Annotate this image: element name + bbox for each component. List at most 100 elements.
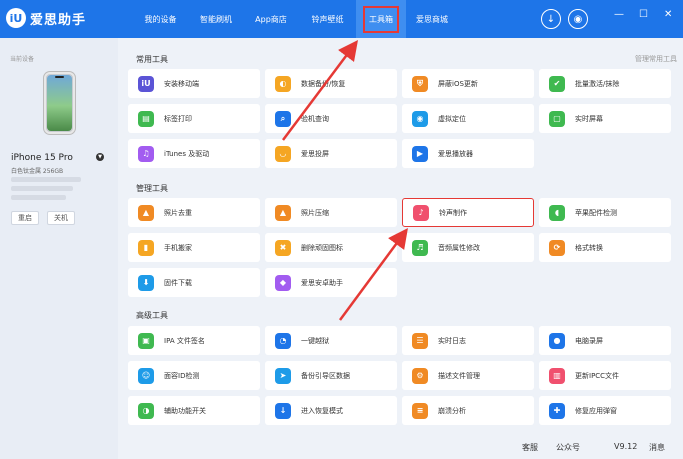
shutdown-button[interactable]: 关机 <box>47 211 75 225</box>
tool-android-helper[interactable]: ◆ 爱思安卓助手 <box>265 268 397 297</box>
tool-jailbreak[interactable]: ◔ 一键越狱 <box>265 326 397 355</box>
crash-icon: ≡ <box>412 402 428 419</box>
redacted-info <box>11 195 66 200</box>
boot-backup-icon: ➤ <box>275 367 291 384</box>
tool-record[interactable]: ● 电脑录屏 <box>539 326 671 355</box>
current-device-label: 当前设备 <box>10 56 35 63</box>
section-manage: 管理工具 <box>136 184 168 193</box>
tool-toggle[interactable]: ◑ 辅助功能开关 <box>128 396 260 425</box>
toolbox-panel: 常用工具 管理常用工具 iU 安装移动端 ◐ 数据备份/恢复 ⛨ 屏蔽iOS更新 ✔ 批量激活… <box>118 38 683 435</box>
jailbreak-icon: ◔ <box>275 332 291 349</box>
app-logo: iU 爱思助手 <box>6 8 86 28</box>
tool-phone-move[interactable]: ▮ 手机搬家 <box>128 233 260 262</box>
service-link[interactable]: 客服 <box>522 442 538 453</box>
tool-crash[interactable]: ≡ 崩溃分析 <box>402 396 534 425</box>
faceid-icon: ☺ <box>138 367 154 384</box>
tool-label: 苹果配件检测 <box>575 208 617 217</box>
tool-label: 进入恢复模式 <box>301 406 343 415</box>
tab-app-store[interactable]: App商店 <box>243 0 299 38</box>
logo-icon: iU <box>6 8 26 28</box>
backup-icon: ◐ <box>275 75 291 92</box>
android-helper-icon: ◆ <box>275 274 291 291</box>
tool-ipa[interactable]: ▣ IPA 文件签名 <box>128 326 260 355</box>
manage-common-tools-link[interactable]: 管理常用工具 <box>635 54 677 64</box>
ipa-icon: ▣ <box>138 332 154 349</box>
photo-compress-icon: ▲ <box>275 204 291 221</box>
tool-faceid[interactable]: ☺ 面容ID检测 <box>128 361 260 390</box>
cast-icon: ◡ <box>275 145 291 162</box>
tool-shield-update[interactable]: ⛨ 屏蔽iOS更新 <box>402 69 534 98</box>
tool-cast[interactable]: ◡ 爱思投屏 <box>265 139 397 168</box>
profile-icon: ⚙ <box>412 367 428 384</box>
device-image <box>44 72 75 134</box>
tool-location[interactable]: ◉ 虚拟定位 <box>402 104 534 133</box>
close-button[interactable]: ✕ <box>664 9 672 20</box>
tool-audio-edit[interactable]: ♬ 音频属性修改 <box>402 233 534 262</box>
tool-label: 照片压缩 <box>301 208 329 217</box>
tool-label: 安装移动端 <box>164 79 199 88</box>
tool-label: 屏蔽iOS更新 <box>438 79 478 88</box>
section-advanced: 高级工具 <box>136 311 168 320</box>
chevron-down-icon[interactable]: ▼ <box>96 153 104 161</box>
tool-log[interactable]: ☰ 实时日志 <box>402 326 534 355</box>
tool-backup[interactable]: ◐ 数据备份/恢复 <box>265 69 397 98</box>
tool-label: 崩溃分析 <box>438 406 466 415</box>
delete-icon: ✖ <box>275 239 291 256</box>
music-icon: ♫ <box>138 145 154 162</box>
audio-edit-icon: ♬ <box>412 239 428 256</box>
tab-ringtone-wallpaper[interactable]: 铃声壁纸 <box>299 0 356 38</box>
tab-smart-flash[interactable]: 智能刷机 <box>189 0 243 38</box>
device-capacity: 白色钛金属 256GB <box>11 168 64 175</box>
search-icon: ⌕ <box>275 110 291 127</box>
tool-delete[interactable]: ✖ 删除顽固图标 <box>265 233 397 262</box>
minimize-button[interactable]: — <box>614 9 624 20</box>
ipcc-icon: ▥ <box>549 367 565 384</box>
tool-label: 一键越狱 <box>301 336 329 345</box>
version-label: V9.12 <box>614 442 638 451</box>
tool-printer[interactable]: ▤ 标签打印 <box>128 104 260 133</box>
tool-label: 实时屏幕 <box>575 114 603 123</box>
status-bar: 客服 公众号 V9.12 消息 <box>118 435 683 459</box>
tool-label: 删除顽固图标 <box>301 243 343 252</box>
tool-label: 铃声制作 <box>439 208 467 217</box>
bell-icon: ♪ <box>413 204 429 221</box>
recovery-icon: ↓ <box>275 402 291 419</box>
maximize-button[interactable]: ☐ <box>639 9 648 20</box>
iu-icon: iU <box>138 75 154 92</box>
printer-icon: ▤ <box>138 110 154 127</box>
tab-store[interactable]: 爱思商城 <box>406 0 458 38</box>
tool-convert[interactable]: ⟳ 格式转换 <box>539 233 671 262</box>
tool-batch-check[interactable]: ✔ 批量激活/抹除 <box>539 69 671 98</box>
tool-search[interactable]: ⌕ 验机查询 <box>265 104 397 133</box>
user-icon[interactable]: ◉ <box>568 9 588 29</box>
tool-ipcc[interactable]: ▥ 更新IPCC文件 <box>539 361 671 390</box>
tool-label: 标签打印 <box>164 114 192 123</box>
tool-screen[interactable]: ▢ 实时屏幕 <box>539 104 671 133</box>
tool-photo[interactable]: ▲ 照片去重 <box>128 198 260 227</box>
tool-music[interactable]: ♫ iTunes 及驱动 <box>128 139 260 168</box>
tool-photo-compress[interactable]: ▲ 照片压缩 <box>265 198 397 227</box>
app-name: 爱思助手 <box>30 12 87 28</box>
download-icon[interactable]: ↓ <box>541 9 561 29</box>
restart-button[interactable]: 重启 <box>11 211 39 225</box>
title-bar: iU 爱思助手 我的设备 智能刷机 App商店 铃声壁纸 工具箱 爱思商城 ↓ … <box>0 0 683 38</box>
tool-airpods[interactable]: ◖ 苹果配件检测 <box>539 198 671 227</box>
wechat-link[interactable]: 公众号 <box>556 442 580 453</box>
tool-player[interactable]: ▶ 爱思播放器 <box>402 139 534 168</box>
tool-label: IPA 文件签名 <box>164 336 205 345</box>
tool-bell[interactable]: ♪ 铃声制作 <box>402 198 534 227</box>
tool-repair[interactable]: ✚ 修复应用弹窗 <box>539 396 671 425</box>
tool-profile[interactable]: ⚙ 描述文件管理 <box>402 361 534 390</box>
tool-iu[interactable]: iU 安装移动端 <box>128 69 260 98</box>
tool-firmware[interactable]: ⬇ 固件下载 <box>128 268 260 297</box>
tab-toolbox[interactable]: 工具箱 <box>356 0 406 38</box>
tool-label: 批量激活/抹除 <box>575 79 620 88</box>
redacted-info <box>11 177 81 182</box>
tool-label: 虚拟定位 <box>438 114 466 123</box>
repair-icon: ✚ <box>549 402 565 419</box>
airpods-icon: ◖ <box>549 204 565 221</box>
tool-recovery[interactable]: ↓ 进入恢复模式 <box>265 396 397 425</box>
messages-link[interactable]: 消息 <box>649 442 665 453</box>
tool-boot-backup[interactable]: ➤ 备份引导区数据 <box>265 361 397 390</box>
tab-my-device[interactable]: 我的设备 <box>132 0 189 38</box>
